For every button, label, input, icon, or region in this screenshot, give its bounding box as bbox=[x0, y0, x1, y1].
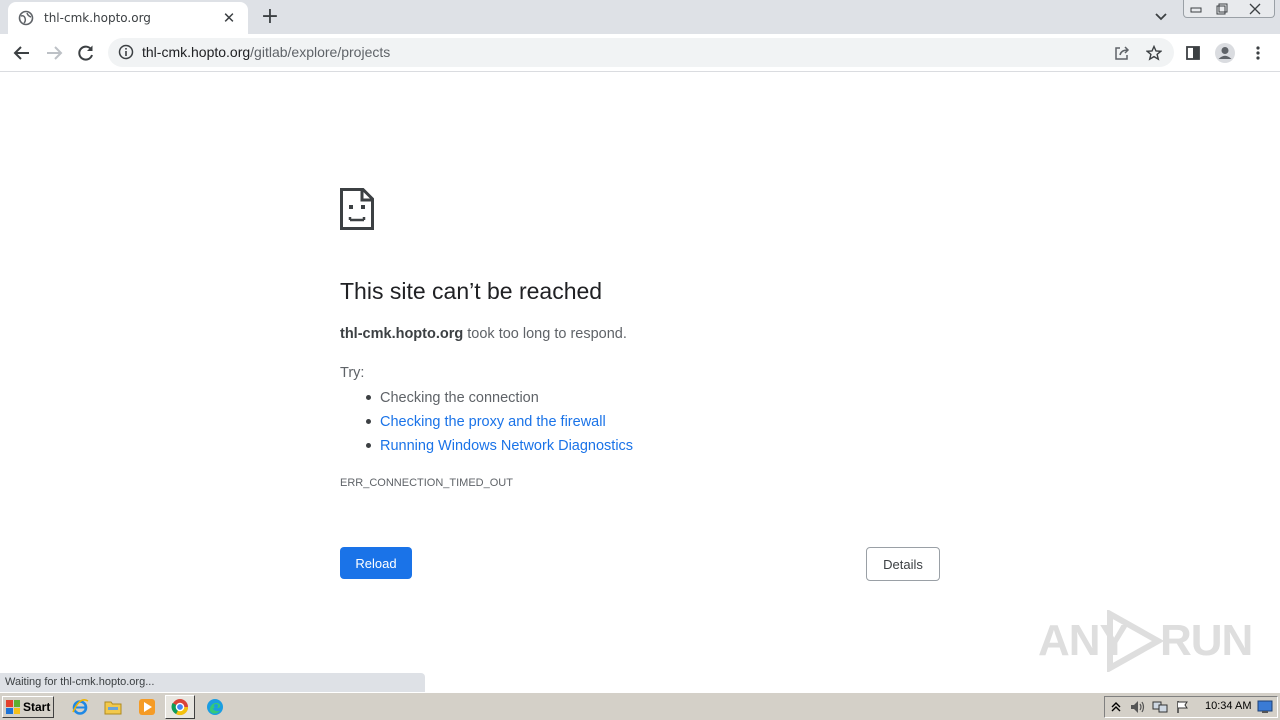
edge-icon[interactable] bbox=[204, 697, 226, 717]
suggestion-network-diagnostics-link[interactable]: Running Windows Network Diagnostics bbox=[360, 435, 633, 459]
error-message: thl-cmk.hopto.org took too long to respo… bbox=[340, 326, 627, 342]
taskbar: Start 10:34 AM bbox=[0, 692, 1280, 720]
url-path: /gitlab/explore/projects bbox=[250, 44, 391, 60]
reload-icon[interactable] bbox=[72, 39, 100, 67]
explorer-icon[interactable] bbox=[102, 697, 124, 717]
reload-button[interactable]: Reload bbox=[340, 547, 412, 579]
close-window-icon[interactable] bbox=[1235, 0, 1275, 18]
ie-icon[interactable] bbox=[69, 697, 91, 717]
try-label: Try: bbox=[340, 365, 365, 381]
site-info-icon[interactable] bbox=[118, 44, 134, 60]
tab-title: thl-cmk.hopto.org bbox=[44, 11, 151, 25]
menu-kebab-icon[interactable] bbox=[1245, 40, 1271, 66]
start-label: Start bbox=[23, 700, 51, 714]
show-desktop-icon[interactable] bbox=[1257, 699, 1273, 715]
error-code: ERR_CONNECTION_TIMED_OUT bbox=[340, 477, 513, 489]
windows-logo-icon bbox=[6, 700, 20, 714]
details-button[interactable]: Details bbox=[866, 547, 940, 581]
sad-document-icon bbox=[340, 188, 374, 230]
tray-expand-icon[interactable] bbox=[1108, 699, 1124, 715]
side-panel-icon[interactable] bbox=[1180, 40, 1206, 66]
back-icon[interactable] bbox=[8, 39, 36, 67]
suggestion-check-proxy-link[interactable]: Checking the proxy and the firewall bbox=[360, 411, 633, 435]
forward-icon[interactable] bbox=[40, 39, 68, 67]
suggestion-check-connection: Checking the connection bbox=[360, 387, 633, 411]
url-host: thl-cmk.hopto.org bbox=[142, 44, 251, 60]
browser-tab[interactable]: thl-cmk.hopto.org ✕ bbox=[8, 2, 248, 34]
system-tray: 10:34 AM bbox=[1104, 696, 1278, 718]
error-host: thl-cmk.hopto.org bbox=[340, 326, 464, 342]
minimize-icon[interactable] bbox=[1183, 0, 1209, 18]
globe-icon bbox=[18, 10, 34, 26]
status-bar: Waiting for thl-cmk.hopto.org... bbox=[0, 673, 425, 692]
watermark-right-text: RUN bbox=[1160, 616, 1253, 665]
clock: 10:34 AM bbox=[1205, 700, 1252, 712]
error-page: This site can’t be reached thl-cmk.hopto… bbox=[0, 72, 1280, 692]
chrome-icon[interactable] bbox=[165, 695, 195, 719]
profile-avatar-icon[interactable] bbox=[1212, 40, 1238, 66]
anyrun-watermark: ANY RUN bbox=[1038, 608, 1253, 672]
page-title: This site can’t be reached bbox=[340, 278, 603, 304]
url-text[interactable]: thl-cmk.hopto.org/gitlab/explore/project… bbox=[142, 44, 390, 60]
tab-close-icon[interactable]: ✕ bbox=[220, 9, 238, 27]
bookmark-star-icon[interactable] bbox=[1144, 43, 1164, 63]
browser-toolbar: thl-cmk.hopto.org/gitlab/explore/project… bbox=[0, 34, 1280, 72]
play-logo-icon bbox=[1107, 610, 1164, 672]
new-tab-button[interactable]: + bbox=[258, 6, 282, 30]
tab-search-icon[interactable] bbox=[1151, 8, 1171, 26]
media-player-icon[interactable] bbox=[136, 697, 158, 717]
tab-strip: thl-cmk.hopto.org ✕ + bbox=[0, 0, 1280, 34]
start-button[interactable]: Start bbox=[2, 696, 54, 718]
network-icon[interactable] bbox=[1152, 699, 1168, 715]
error-message-text: took too long to respond. bbox=[463, 326, 627, 342]
suggestion-list: Checking the connection Checking the pro… bbox=[360, 387, 633, 459]
volume-icon[interactable] bbox=[1129, 699, 1145, 715]
restore-icon[interactable] bbox=[1209, 0, 1235, 18]
action-center-flag-icon[interactable] bbox=[1175, 699, 1191, 715]
address-bar[interactable]: thl-cmk.hopto.org/gitlab/explore/project… bbox=[108, 38, 1174, 67]
share-icon[interactable] bbox=[1112, 43, 1132, 63]
